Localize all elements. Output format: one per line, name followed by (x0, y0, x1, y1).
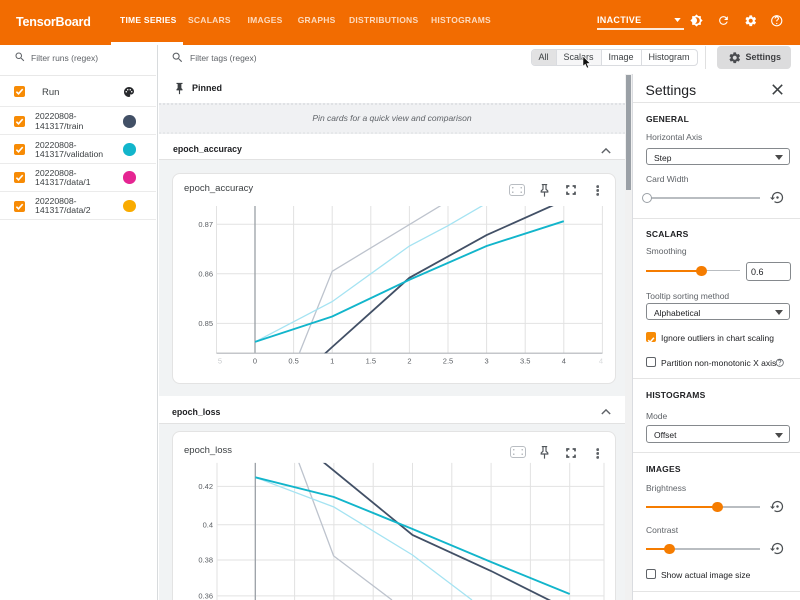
svg-text:0.86: 0.86 (198, 269, 213, 278)
svg-text:4: 4 (599, 357, 603, 366)
svg-text:0.42: 0.42 (198, 482, 213, 491)
svg-text:0.87: 0.87 (198, 220, 213, 229)
svg-text:5: 5 (218, 357, 222, 366)
svg-text:0.5: 0.5 (288, 357, 298, 366)
svg-text:1.5: 1.5 (366, 357, 376, 366)
svg-text:2: 2 (407, 357, 411, 366)
svg-text:3: 3 (485, 357, 489, 366)
svg-text:2.5: 2.5 (443, 357, 453, 366)
svg-text:0.36: 0.36 (198, 592, 213, 600)
svg-text:1: 1 (330, 357, 334, 366)
svg-text:0.85: 0.85 (198, 319, 213, 328)
svg-text:0.4: 0.4 (203, 520, 213, 529)
svg-text:4: 4 (562, 357, 566, 366)
svg-text:0.38: 0.38 (198, 556, 213, 565)
svg-text:3.5: 3.5 (520, 357, 530, 366)
svg-text:0: 0 (253, 357, 257, 366)
